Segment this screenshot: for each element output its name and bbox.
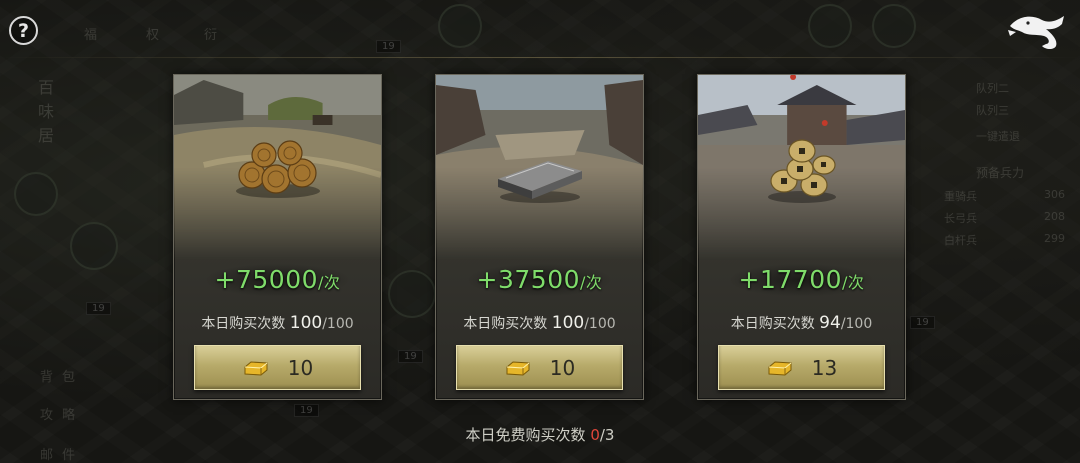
buy-button[interactable]: 10 [194, 345, 361, 390]
header-divider [0, 57, 1080, 58]
price-value: 10 [287, 355, 314, 380]
gold-ingot-icon [506, 360, 530, 376]
gold-ingot-icon [768, 360, 792, 376]
quota-current: 100 [289, 313, 323, 333]
price-value: 13 [811, 355, 838, 380]
gain-amount: +37500/次 [436, 265, 643, 294]
quota-max: /100 [840, 316, 873, 332]
quota-label: 本日购买次数 [201, 316, 286, 332]
gain-value: +17700 [738, 265, 843, 294]
gold-ingot-icon [244, 360, 268, 376]
shop-card-coins: +17700/次 本日购买次数 94/100 13 [697, 74, 906, 400]
quota-max: /100 [584, 316, 616, 332]
purchase-quota: 本日购买次数 100/100 [436, 313, 643, 333]
copper-coins-icon [767, 139, 836, 203]
dragon-close-icon [1008, 16, 1064, 49]
quota-current: 100 [551, 313, 585, 333]
free-purchase-count: 本日免费购买次数 0/3 [0, 424, 1080, 445]
close-button[interactable] [1006, 12, 1072, 52]
gain-value: +75000 [214, 265, 319, 294]
help-button[interactable]: ? [9, 16, 38, 45]
gain-unit: /次 [580, 273, 603, 292]
buy-button[interactable]: 13 [718, 345, 885, 390]
quota-max: /100 [322, 316, 354, 332]
gain-amount: +75000/次 [174, 265, 381, 294]
shop-card-hay: +75000/次 本日购买次数 100/100 10 [173, 74, 382, 400]
gain-unit: /次 [842, 273, 865, 292]
price-value: 10 [549, 355, 576, 380]
free-purchase-label: 本日免费购买次数 [465, 426, 586, 444]
free-purchase-used: 0 [590, 426, 600, 444]
iron-ingot-icon [497, 161, 582, 203]
gain-amount: +17700/次 [698, 265, 905, 294]
buy-button[interactable]: 10 [456, 345, 623, 390]
purchase-quota: 本日购买次数 100/100 [174, 313, 381, 333]
purchase-quota: 本日购买次数 94/100 [698, 313, 905, 333]
shop-card-iron: +37500/次 本日购买次数 100/100 10 [435, 74, 644, 400]
gain-value: +37500 [476, 265, 581, 294]
free-purchase-total: /3 [599, 426, 615, 444]
hay-bales-icon [235, 140, 320, 198]
quota-label: 本日购买次数 [730, 316, 815, 332]
quota-label: 本日购买次数 [463, 316, 548, 332]
question-icon: ? [17, 19, 30, 42]
quota-current: 94 [819, 313, 841, 333]
gain-unit: /次 [318, 273, 341, 292]
